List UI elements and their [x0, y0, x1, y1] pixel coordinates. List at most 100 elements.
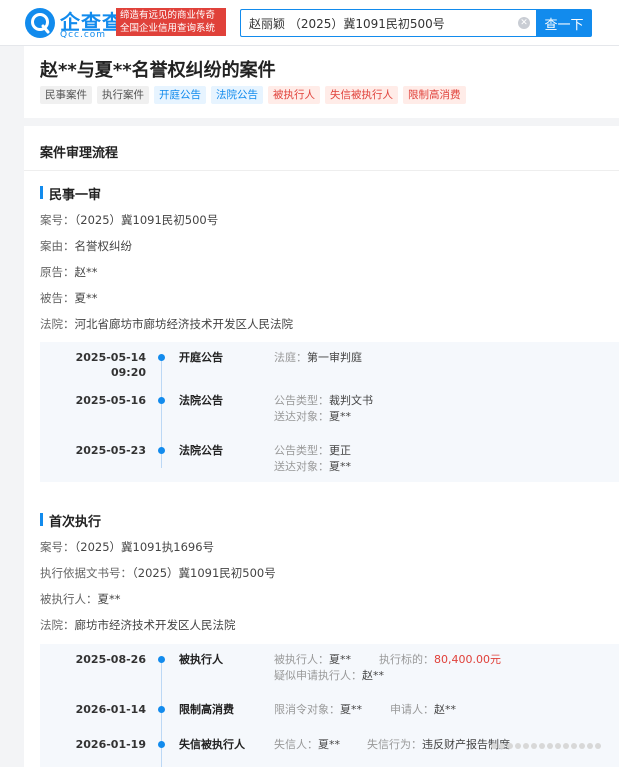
detail-label: 执行标的： — [379, 653, 434, 666]
case-summary-card: 赵**与夏**名誉权纠纷的案件 民事案件 执行案件 开庭公告 法院公告 被执行人… — [24, 46, 619, 118]
field-label: 法院： — [40, 618, 75, 632]
case-number-field: 案号：（2025）冀1091民初500号 — [40, 212, 218, 228]
timeline-line — [161, 660, 162, 767]
plaintiff-value: 赵** — [74, 265, 98, 279]
detail-value: 第一审判庭 — [307, 351, 362, 364]
search-box: ✕ — [240, 9, 536, 37]
event-date: 2026-01-14 — [75, 703, 146, 716]
detail-label: 疑似申请执行人： — [274, 669, 362, 682]
court-value[interactable]: 河北省廊坊市廊坊经济技术开发区人民法院 — [75, 317, 294, 331]
event-type[interactable]: 法院公告 — [179, 393, 223, 408]
field-label: 被执行人： — [40, 592, 98, 606]
plaintiff-field: 原告：赵** — [40, 264, 98, 280]
executed-person-value: 夏** — [97, 592, 121, 606]
cause-value: 名誉权纠纷 — [74, 239, 133, 253]
detail-label: 失信人： — [274, 738, 318, 751]
search-input[interactable] — [249, 10, 509, 36]
detail-value: 裁判文书 — [329, 394, 373, 407]
defendant-value: 夏** — [74, 291, 98, 305]
detail-value: 夏** — [329, 410, 351, 423]
field-label: 被告： — [40, 291, 75, 305]
event-detail: 被执行人：夏** — [274, 652, 351, 667]
case-flow-card: 案件审理流程 民事一审 案号：（2025）冀1091民初500号 案由：名誉权纠… — [24, 126, 619, 767]
timeline-dot — [158, 741, 165, 748]
event-detail: 疑似申请执行人：赵** — [274, 668, 384, 683]
top-header: 企查查 Qcc.com 缔造有远见的商业传奇 全国企业信用查询系统 ✕ 查一下 — [0, 0, 619, 46]
tag-dishonest-executed[interactable]: 失信被执行人 — [325, 86, 398, 104]
tag-civil-case[interactable]: 民事案件 — [40, 86, 92, 104]
timeline-dot — [158, 656, 165, 663]
event-date: 2025-08-26 — [75, 653, 146, 666]
event-detail: 公告类型：更正 — [274, 443, 351, 458]
event-detail: 法庭：第一审判庭 — [274, 350, 362, 365]
logo-domain: Qcc.com — [60, 30, 107, 40]
event-date: 2026-01-19 — [75, 738, 146, 751]
tag-hearing-notice[interactable]: 开庭公告 — [154, 86, 206, 104]
event-type[interactable]: 限制高消费 — [179, 702, 234, 717]
event-detail: 限消令对象：夏** — [274, 702, 362, 717]
detail-label: 送达对象： — [274, 410, 329, 423]
event-type[interactable]: 被执行人 — [179, 652, 223, 667]
detail-label: 失信行为： — [367, 738, 422, 751]
court-field: 法院：河北省廊坊市廊坊经济技术开发区人民法院 — [40, 316, 293, 332]
event-type[interactable]: 法院公告 — [179, 443, 223, 458]
qcc-logo-icon[interactable] — [24, 7, 56, 39]
first-instance-title: 民事一审 — [40, 184, 101, 203]
case-title: 赵**与夏**名誉权纠纷的案件 — [40, 60, 276, 81]
tag-execution-case[interactable]: 执行案件 — [97, 86, 149, 104]
tag-consumption-limit[interactable]: 限制高消费 — [403, 86, 466, 104]
detail-value: 夏** — [318, 738, 340, 751]
event-detail: 送达对象：夏** — [274, 409, 351, 424]
field-label: 案号： — [40, 213, 75, 227]
case-number-value: （2025）冀1091民初500号 — [74, 213, 219, 227]
event-type[interactable]: 开庭公告 — [179, 350, 223, 365]
event-detail: 失信行为：违反财产报告制度 — [367, 737, 510, 752]
case-number-value: （2025）冀1091执1696号 — [74, 540, 215, 554]
tag-court-notice[interactable]: 法院公告 — [211, 86, 263, 104]
detail-value: 夏** — [329, 653, 351, 666]
event-detail: 失信人：夏** — [274, 737, 340, 752]
event-date-day: 2025-05-14 — [75, 351, 146, 364]
detail-label: 法庭： — [274, 351, 307, 364]
detail-label: 申请人： — [390, 703, 434, 716]
detail-value: 更正 — [329, 444, 351, 457]
event-date: 2025-05-23 — [75, 444, 146, 457]
watermark-dots — [490, 739, 610, 753]
detail-value: 赵** — [434, 703, 456, 716]
executed-person-field: 被执行人：夏** — [40, 591, 121, 607]
event-detail: 送达对象：夏** — [274, 459, 351, 474]
clear-icon[interactable]: ✕ — [518, 17, 530, 29]
detail-label: 公告类型： — [274, 394, 329, 407]
divider — [24, 170, 619, 171]
cause-field: 案由：名誉权纠纷 — [40, 238, 132, 254]
section-title: 案件审理流程 — [40, 146, 119, 161]
detail-value: 夏** — [329, 460, 351, 473]
event-date: 2025-05-16 — [75, 394, 146, 407]
timeline-dot — [158, 706, 165, 713]
detail-label: 送达对象： — [274, 460, 329, 473]
event-date: 2025-05-14 09:20 — [56, 350, 146, 380]
case-tags: 民事案件 执行案件 开庭公告 法院公告 被执行人 失信被执行人 限制高消费 — [40, 86, 466, 104]
event-detail: 申请人：赵** — [390, 702, 456, 717]
execution-title: 首次执行 — [40, 511, 101, 530]
field-label: 法院： — [40, 317, 75, 331]
timeline-dot — [158, 354, 165, 361]
detail-value: 夏** — [340, 703, 362, 716]
execution-case-number-field: 案号：（2025）冀1091执1696号 — [40, 539, 214, 555]
slogan-banner: 缔造有远见的商业传奇 全国企业信用查询系统 — [116, 8, 226, 36]
execution-amount: 80,400.00元 — [434, 653, 501, 666]
field-label: 执行依据文书号： — [40, 566, 132, 580]
timeline-dot — [158, 397, 165, 404]
search-button[interactable]: 查一下 — [536, 9, 592, 37]
event-type[interactable]: 失信被执行人 — [179, 737, 245, 752]
basis-document-field: 执行依据文书号：（2025）冀1091民初500号 — [40, 565, 276, 581]
field-label: 原告： — [40, 265, 75, 279]
detail-label: 公告类型： — [274, 444, 329, 457]
first-instance-timeline: 2025-05-14 09:20 开庭公告 法庭：第一审判庭 2025-05-16… — [40, 342, 619, 482]
event-detail: 公告类型：裁判文书 — [274, 393, 373, 408]
detail-value: 赵** — [362, 669, 384, 682]
tag-executed-person[interactable]: 被执行人 — [268, 86, 320, 104]
event-date-time: 09:20 — [110, 366, 146, 379]
court-value[interactable]: 廊坊市经济技术开发区人民法院 — [75, 618, 236, 632]
slogan-line-2: 全国企业信用查询系统 — [120, 23, 216, 34]
